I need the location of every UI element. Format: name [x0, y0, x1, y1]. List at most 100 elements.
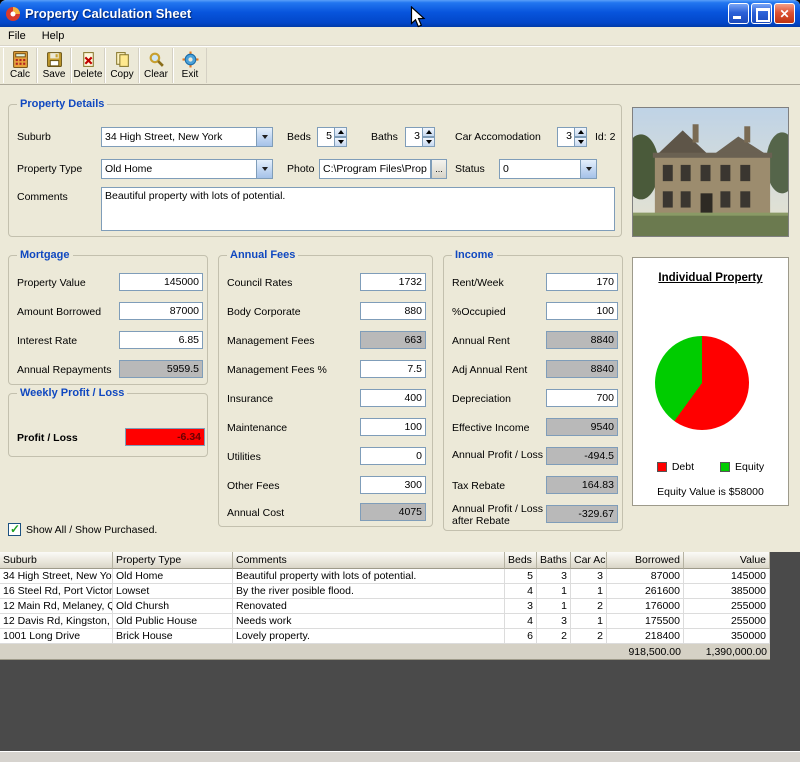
management-fees-label: Management Fees — [227, 335, 315, 347]
utilities-label: Utilities — [227, 451, 261, 463]
calc-button[interactable]: Calc — [3, 48, 37, 83]
baths-up-icon[interactable] — [423, 127, 435, 137]
rent-week-label: Rent/Week — [452, 277, 548, 289]
income-group: Income Rent/Week %Occupied Annual Rent A… — [443, 255, 623, 531]
insurance-label: Insurance — [227, 393, 273, 405]
cell-beds: 4 — [505, 584, 537, 599]
property-type-select[interactable]: Old Home — [101, 159, 273, 179]
legend-item-equity: Equity — [720, 461, 764, 473]
cell-car-acc: 1 — [571, 614, 607, 629]
photo-path-input[interactable] — [319, 159, 431, 179]
clear-button-label: Clear — [144, 69, 168, 80]
col-header-property-type[interactable]: Property Type — [113, 552, 233, 569]
annual-fees-title: Annual Fees — [227, 249, 298, 262]
insurance-input[interactable] — [360, 389, 426, 407]
cell-property-type: Old Chursh — [113, 599, 233, 614]
car-accommodation-stepper[interactable]: 3 — [557, 127, 587, 147]
delete-button[interactable]: Delete — [71, 48, 105, 83]
minimize-button[interactable] — [728, 3, 749, 24]
annual-cost-label: Annual Cost — [227, 507, 284, 519]
management-fees-pct-label: Management Fees % — [227, 364, 327, 376]
window-bottom-edge — [0, 751, 800, 762]
chevron-down-icon[interactable] — [256, 128, 272, 146]
value-total: 1,390,000.00 — [684, 644, 770, 659]
other-fees-input[interactable] — [360, 476, 426, 494]
cell-value: 385000 — [684, 584, 770, 599]
chevron-down-icon[interactable] — [580, 160, 596, 178]
amount-borrowed-input[interactable] — [119, 302, 203, 320]
status-select[interactable]: 0 — [499, 159, 597, 179]
maximize-button[interactable] — [751, 3, 772, 24]
cell-beds: 5 — [505, 569, 537, 584]
col-header-suburb[interactable]: Suburb — [0, 552, 113, 569]
col-header-beds[interactable]: Beds — [505, 552, 537, 569]
cell-car-acc: 2 — [571, 599, 607, 614]
debt-label: Debt — [672, 461, 694, 473]
toolbar: Calc Save Delete Copy Clear Exit — [0, 46, 800, 85]
rent-week-input[interactable] — [546, 273, 618, 291]
table-row[interactable]: 1001 Long Drive Brick House Lovely prope… — [0, 629, 770, 644]
body-corporate-input[interactable] — [360, 302, 426, 320]
beds-down-icon[interactable] — [335, 137, 347, 147]
interest-rate-input[interactable] — [119, 331, 203, 349]
suburb-select[interactable]: 34 High Street, New York — [101, 127, 273, 147]
save-button-label: Save — [43, 69, 66, 80]
table-row[interactable]: 34 High Street, New Yor Old Home Beautif… — [0, 569, 770, 584]
copy-button[interactable]: Copy — [105, 48, 139, 83]
occupied-input[interactable] — [546, 302, 618, 320]
property-value-input[interactable] — [119, 273, 203, 291]
col-header-borrowed[interactable]: Borrowed — [607, 552, 684, 569]
clear-button[interactable]: Clear — [139, 48, 173, 83]
mouse-cursor — [410, 6, 427, 30]
equity-value-text: Equity Value is $58000 — [633, 486, 788, 498]
council-rates-input[interactable] — [360, 273, 426, 291]
col-header-baths[interactable]: Baths — [537, 552, 571, 569]
show-all-label: Show All / Show Purchased. — [26, 524, 157, 536]
col-header-car-acc[interactable]: Car Acc — [571, 552, 607, 569]
close-button[interactable] — [774, 3, 795, 24]
baths-down-icon[interactable] — [423, 137, 435, 147]
delete-icon — [80, 51, 97, 68]
col-header-comments[interactable]: Comments — [233, 552, 505, 569]
car-down-icon[interactable] — [575, 137, 587, 147]
col-header-value[interactable]: Value — [684, 552, 770, 569]
adj-annual-rent-label: Adj Annual Rent — [452, 364, 548, 376]
beds-up-icon[interactable] — [335, 127, 347, 137]
cell-borrowed: 87000 — [607, 569, 684, 584]
delete-button-label: Delete — [74, 69, 103, 80]
cell-beds: 4 — [505, 614, 537, 629]
table-row[interactable]: 12 Main Rd, Melaney, Q Old Chursh Renova… — [0, 599, 770, 614]
show-all-checkbox[interactable] — [8, 523, 21, 536]
suburb-label: Suburb — [17, 131, 51, 143]
chevron-down-icon[interactable] — [256, 160, 272, 178]
exit-button[interactable]: Exit — [173, 48, 207, 83]
photo-browse-button[interactable]: ... — [431, 159, 447, 179]
menu-file[interactable]: File — [0, 28, 34, 44]
beds-stepper[interactable]: 5 — [317, 127, 347, 147]
pie-chart — [655, 336, 749, 430]
maintenance-input[interactable] — [360, 418, 426, 436]
suburb-value: 34 High Street, New York — [102, 131, 256, 143]
clear-icon — [148, 51, 165, 68]
management-fees-pct-input[interactable] — [360, 360, 426, 378]
table-row[interactable]: 16 Steel Rd, Port Victori Lowset By the … — [0, 584, 770, 599]
cell-baths: 3 — [537, 569, 571, 584]
baths-stepper[interactable]: 3 — [405, 127, 435, 147]
utilities-input[interactable] — [360, 447, 426, 465]
table-row[interactable]: 12 Davis Rd, Kingston, ( Old Public Hous… — [0, 614, 770, 629]
cell-car-acc: 3 — [571, 569, 607, 584]
cell-baths: 1 — [537, 584, 571, 599]
menu-help[interactable]: Help — [34, 28, 73, 44]
tax-rebate-output — [546, 476, 618, 494]
annual-profit-loss-label: Annual Profit / Loss — [452, 449, 544, 461]
comments-textarea[interactable]: Beautiful property with lots of potentia… — [101, 187, 615, 231]
equity-label: Equity — [735, 461, 764, 473]
depreciation-input[interactable] — [546, 389, 618, 407]
adj-annual-rent-output — [546, 360, 618, 378]
car-up-icon[interactable] — [575, 127, 587, 137]
property-details-title: Property Details — [17, 98, 107, 111]
titlebar: Property Calculation Sheet — [0, 0, 800, 27]
save-button[interactable]: Save — [37, 48, 71, 83]
menubar: File Help — [0, 27, 800, 46]
other-fees-label: Other Fees — [227, 480, 280, 492]
